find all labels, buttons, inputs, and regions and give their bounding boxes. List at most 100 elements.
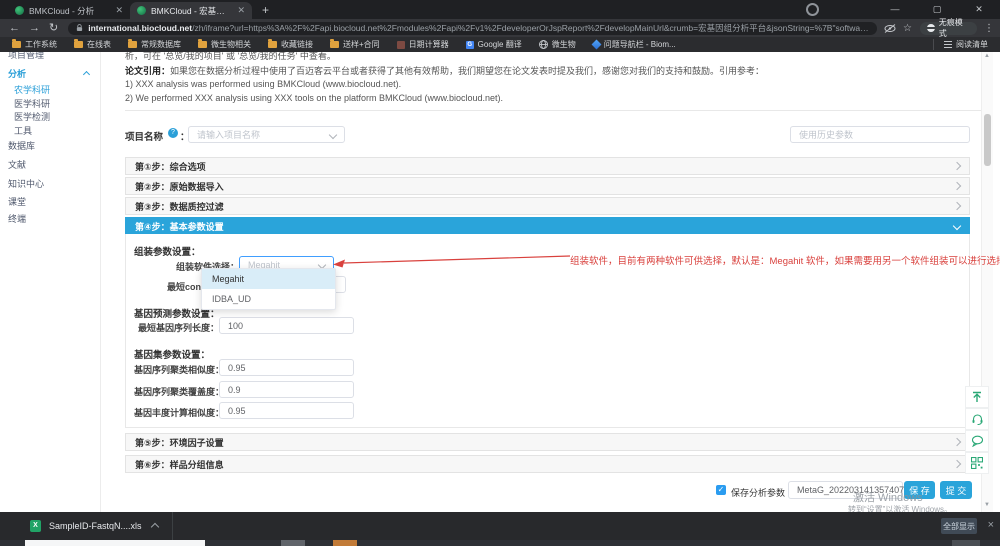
calendar-icon (397, 41, 405, 49)
sidebar-item-agri-research[interactable]: 农学科研 (14, 83, 50, 96)
floating-toolbar (965, 386, 989, 512)
reload-button[interactable]: ↻ (49, 19, 58, 37)
sidebar-item-tools[interactable]: 工具 (14, 124, 32, 137)
browser-toolbar: ← → ↻ international.biocloud.net/zh/ifra… (0, 19, 1000, 37)
download-menu-button[interactable] (152, 517, 158, 535)
reading-list-button[interactable]: 阅读清单 (933, 39, 988, 50)
bookmark-item[interactable]: 在线表 (74, 39, 111, 50)
divider (172, 512, 173, 540)
scrollbar-thumb[interactable] (984, 114, 991, 166)
sidebar-item-medical-testing[interactable]: 医学检测 (14, 110, 50, 123)
new-tab-button[interactable]: + (262, 2, 269, 19)
step-3-header[interactable]: 第③步：数据质控过滤 (125, 197, 970, 215)
abundance-similarity-input[interactable]: 0.95 (219, 402, 354, 419)
tab-close-icon[interactable]: ✕ (237, 6, 245, 15)
software-dropdown: Megahit IDBA_UD (201, 268, 336, 310)
back-to-top-button[interactable] (965, 386, 989, 408)
screen: BMKCloud - 分析 ✕ BMKCloud - 宏基因组分析平台 ✕ + … (0, 0, 1000, 546)
abundance-similarity-label: 基因丰度计算相似度： (134, 406, 219, 419)
chevron-right-icon (953, 202, 961, 210)
browser-tab-1[interactable]: BMKCloud - 分析 ✕ (8, 2, 130, 19)
divider (125, 110, 985, 111)
save-params-checkbox[interactable]: ✓ (716, 485, 726, 495)
translate-icon: G (466, 41, 474, 49)
back-button[interactable]: ← (9, 19, 20, 37)
folder-icon (128, 41, 137, 48)
intro-line: 析，可在 '总览/我的项目' 或 '总览/我的任务' 中查看。 (125, 52, 336, 62)
bookmark-item[interactable]: 日期计算器 (397, 39, 449, 50)
forward-button[interactable]: → (29, 19, 40, 37)
bookmark-item[interactable]: 送样+合同 (330, 39, 380, 50)
bookmark-item[interactable]: 工作系统 (12, 39, 57, 50)
qr-code-button[interactable] (965, 452, 989, 474)
folder-icon (268, 41, 277, 48)
close-shelf-icon[interactable]: × (988, 519, 994, 531)
dropdown-option-idba-ud[interactable]: IDBA_UD (202, 289, 335, 309)
sidebar-item-classroom[interactable]: 课堂 (8, 195, 26, 208)
chat-bubble-icon (971, 435, 984, 447)
incognito-label: 无痕模式 (939, 17, 970, 39)
bookmark-item[interactable]: 问题导航栏 - Biom... (593, 39, 676, 50)
sidebar-item-terminal[interactable]: 终端 (8, 212, 26, 225)
bookmark-item[interactable]: 收藏链接 (268, 39, 313, 50)
reading-list-icon (944, 41, 952, 49)
browser-tab-2-active[interactable]: BMKCloud - 宏基因组分析平台 ✕ (130, 2, 252, 19)
annotation-arrow-icon (330, 250, 575, 272)
window-minimize-button[interactable]: — (874, 0, 916, 19)
windows-activation-watermark-2: 转到“设置”以激活 Windows。 (848, 504, 952, 512)
help-circle-icon[interactable]: ? (168, 128, 178, 138)
step-1-header[interactable]: 第①步：综合选项 (125, 157, 970, 175)
window-controls: — ▢ ✕ (806, 0, 1000, 19)
sidebar-item-analysis[interactable]: 分析 (8, 67, 26, 80)
min-gene-length-input[interactable]: 100 (219, 317, 354, 334)
chevron-up-icon (83, 71, 90, 78)
taskbar-app-icon[interactable] (333, 540, 357, 546)
bookmark-item[interactable]: 微生物相关 (198, 39, 251, 50)
taskbar-window-preview[interactable] (25, 540, 205, 546)
dropdown-option-megahit[interactable]: Megahit (202, 269, 335, 289)
show-all-downloads-button[interactable]: 全部显示 (941, 518, 977, 534)
step-2-header[interactable]: 第②步：原始数据导入 (125, 177, 970, 195)
history-params-button[interactable]: 使用历史参数 (790, 126, 970, 143)
headset-icon (971, 413, 984, 425)
sidebar-item-database[interactable]: 数据库 (8, 139, 35, 152)
sidebar-item-literature[interactable]: 文献 (8, 158, 26, 171)
citation-ref-1: 1) XXX analysis was performed using BMKC… (125, 79, 401, 89)
incognito-icon (927, 24, 935, 32)
scroll-up-icon[interactable]: ▲ (984, 53, 990, 59)
eye-slash-icon[interactable] (884, 24, 896, 33)
tab-title: BMKCloud - 分析 (29, 5, 110, 17)
project-name-input[interactable]: 请输入项目名称 (188, 126, 345, 143)
cluster-similarity-input[interactable]: 0.95 (219, 359, 354, 376)
cluster-coverage-input[interactable]: 0.9 (219, 381, 354, 398)
profile-icon[interactable] (806, 3, 819, 16)
step-5-header[interactable]: 第⑤步：环境因子设置 (125, 433, 970, 451)
taskbar-sliver (0, 540, 1000, 546)
url-text: international.biocloud.net/zh/iframe?url… (88, 22, 869, 34)
chat-button[interactable] (965, 430, 989, 452)
back-to-top-icon (971, 391, 983, 403)
taskbar-app-icon[interactable] (281, 540, 305, 546)
bookmark-item[interactable]: 微生物 (539, 39, 576, 50)
tab-close-icon[interactable]: ✕ (115, 6, 123, 15)
sidebar-item-knowledge-center[interactable]: 知识中心 (8, 177, 44, 190)
diamond-icon (591, 40, 601, 50)
citation-line: 论文引用：如果您在数据分析过程中使用了百迈客云平台或者获得了其他有效帮助，我们期… (125, 64, 764, 77)
chevron-right-icon (953, 162, 961, 170)
step-4-header-active[interactable]: 第④步：基本参数设置 (125, 217, 970, 235)
chevron-down-icon (953, 222, 961, 230)
browser-tab-strip: BMKCloud - 分析 ✕ BMKCloud - 宏基因组分析平台 ✕ + … (0, 0, 1000, 19)
browser-menu-icon[interactable]: ⋮ (984, 23, 994, 34)
address-bar[interactable]: international.biocloud.net/zh/iframe?url… (68, 22, 877, 35)
folder-icon (12, 41, 21, 48)
sidebar-item-medical-research[interactable]: 医学科研 (14, 97, 50, 110)
bookmark-item[interactable]: 常规数据库 (128, 39, 181, 50)
sidebar-item-project-management[interactable]: 项目管理 (8, 52, 44, 61)
project-name-label: 项目名称 (125, 129, 163, 143)
customer-service-button[interactable] (965, 408, 989, 430)
bookmark-item[interactable]: GGoogle 翻译 (466, 39, 522, 50)
download-filename[interactable]: SampleID-FastqN....xls (49, 521, 142, 531)
incognito-badge: 无痕模式 (920, 22, 977, 35)
bookmark-star-icon[interactable]: ☆ (903, 23, 912, 34)
step-6-header[interactable]: 第⑥步：样品分组信息 (125, 455, 970, 473)
